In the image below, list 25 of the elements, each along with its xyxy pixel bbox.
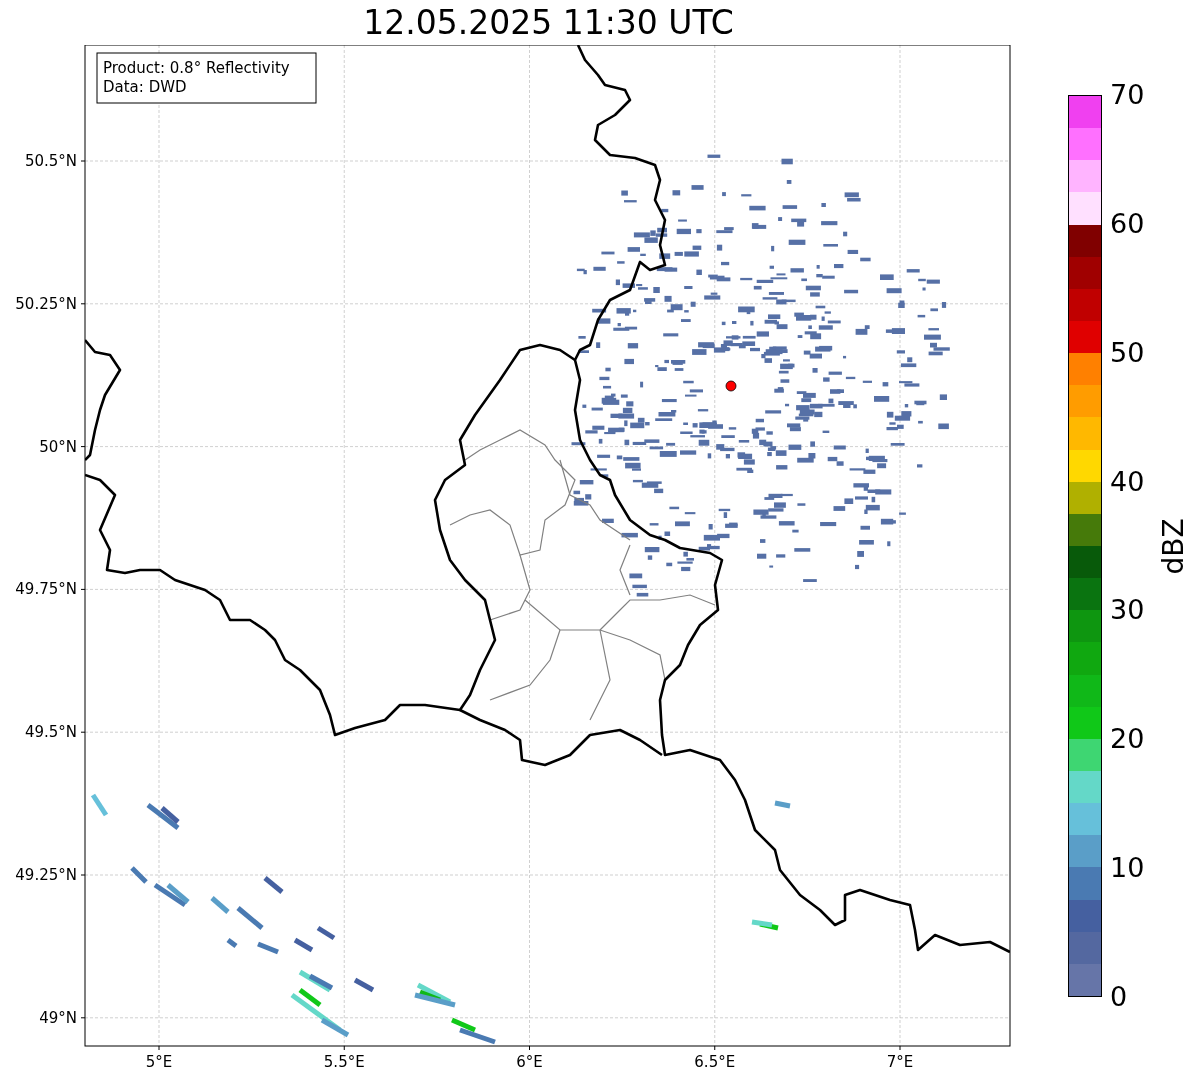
info-text: Product: 0.8° Reflectivity xyxy=(103,59,290,77)
tick-label: 49.75°N xyxy=(15,580,77,599)
tick-label: 50.25°N xyxy=(15,294,77,313)
colorbar-tick-label: 20 xyxy=(1110,724,1145,755)
tick-label: 5°E xyxy=(145,1053,173,1071)
colorbar-tick-label: 50 xyxy=(1110,337,1145,368)
tick-label: 5.5°E xyxy=(323,1053,365,1071)
tick-label: 7°E xyxy=(886,1053,914,1071)
colorbar-tick-label: 10 xyxy=(1110,853,1145,884)
tick-label: 50.5°N xyxy=(24,152,77,170)
tick-label: 49°N xyxy=(39,1008,77,1027)
colorbar-tick-label: 60 xyxy=(1110,208,1145,239)
radar-site-marker xyxy=(725,380,737,392)
colorbar-tick-label: 0 xyxy=(1110,982,1128,1012)
tick-label: 50°N xyxy=(39,437,77,456)
tick-label: 49.25°N xyxy=(15,866,77,884)
colorbar-label: dBZ xyxy=(1156,517,1190,575)
colorbar-tick-label: 70 xyxy=(1110,80,1145,110)
info-text: Data: DWD xyxy=(103,78,187,96)
chart-title: 12.05.2025 11:30 UTC xyxy=(363,3,734,44)
colorbar-tick-label: 40 xyxy=(1110,466,1145,497)
tick-label: 6°E xyxy=(516,1053,543,1071)
tick-label: 6.5°E xyxy=(694,1053,736,1071)
tick-label: 49.5°N xyxy=(24,723,77,742)
colorbar-tick-label: 30 xyxy=(1110,595,1145,626)
